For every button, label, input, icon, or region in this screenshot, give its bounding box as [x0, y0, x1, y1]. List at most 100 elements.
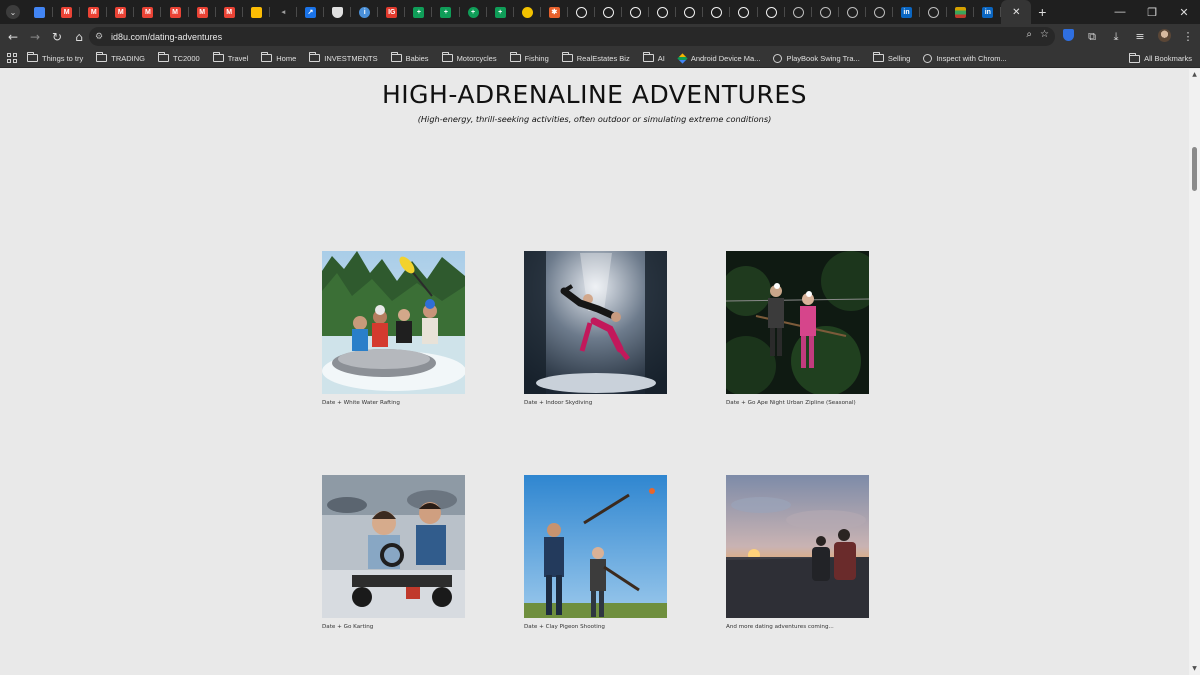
browser-tab[interactable]: [649, 0, 677, 24]
all-bookmarks[interactable]: All Bookmarks: [1129, 49, 1192, 68]
browser-tab[interactable]: ✱: [541, 0, 568, 24]
browser-tab[interactable]: [947, 0, 975, 24]
menu-icon[interactable]: ⋮: [1176, 30, 1200, 43]
browser-tab[interactable]: +: [405, 0, 433, 24]
browser-tab[interactable]: IG: [378, 0, 406, 24]
card-caption[interactable]: Date + Go Ape Night Urban Zipline (Seaso…: [726, 400, 869, 406]
browser-tab[interactable]: [703, 0, 731, 24]
bookmark-item[interactable]: PlayBook Swing Tra...: [773, 53, 860, 63]
address-bar[interactable]: ⚙ id8u.com/dating-adventures ⌕ ☆: [89, 27, 1055, 46]
karting-photo[interactable]: [322, 475, 465, 618]
site-info-icon[interactable]: ⚙: [95, 32, 107, 42]
browser-tab[interactable]: [839, 0, 867, 24]
card-more-coming[interactable]: And more dating adventures coming...: [726, 475, 869, 630]
bookmark-label: Fishing: [524, 53, 549, 63]
bookmark-item[interactable]: Things to try: [27, 52, 83, 63]
bookmark-item[interactable]: TC2000: [158, 52, 200, 63]
browser-tab[interactable]: ↗: [297, 0, 325, 24]
skydiving-photo[interactable]: [524, 251, 667, 394]
scroll-down-icon[interactable]: ▼: [1189, 665, 1200, 675]
bookmark-item[interactable]: Travel: [212, 52, 248, 63]
close-window-icon[interactable]: ✕: [1168, 6, 1200, 19]
home-icon[interactable]: ⌂: [68, 30, 90, 44]
browser-tab[interactable]: in: [974, 0, 1002, 24]
tab-search-icon[interactable]: ⌄: [6, 5, 20, 19]
star-icon[interactable]: ☆: [1040, 29, 1049, 40]
page-scrollbar[interactable]: ▲ ▼: [1189, 69, 1200, 675]
bookmark-item[interactable]: TRADING: [96, 52, 145, 63]
tab-active[interactable]: ✕: [1001, 0, 1032, 24]
bookmark-item[interactable]: Home: [261, 52, 296, 63]
forward-icon[interactable]: →: [24, 30, 46, 44]
bookmark-item[interactable]: Motorcycles: [441, 52, 497, 63]
browser-tab[interactable]: [785, 0, 812, 24]
close-icon[interactable]: ✕: [1012, 7, 1020, 18]
browser-tab[interactable]: [676, 0, 704, 24]
browser-tab[interactable]: [324, 0, 352, 24]
browser-tab[interactable]: [622, 0, 650, 24]
page-subtitle: (High-energy, thrill-seeking activities,…: [417, 114, 772, 124]
browser-tab[interactable]: in: [893, 0, 921, 24]
bookmark-item[interactable]: Fishing: [509, 52, 549, 63]
apps-icon[interactable]: [7, 53, 17, 63]
browser-tab[interactable]: i: [351, 0, 379, 24]
rafting-photo[interactable]: [322, 251, 465, 394]
url-text[interactable]: id8u.com/dating-adventures: [111, 32, 222, 42]
browser-tab[interactable]: [595, 0, 623, 24]
scroll-up-icon[interactable]: ▲: [1189, 71, 1200, 81]
bookmark-item[interactable]: Inspect with Chrom...: [923, 53, 1007, 63]
card-caption[interactable]: Date + Go Karting: [322, 624, 465, 630]
new-tab-button[interactable]: +: [1031, 4, 1053, 20]
browser-tab[interactable]: ◂: [270, 0, 298, 24]
browser-tab[interactable]: [568, 0, 596, 24]
browser-tab[interactable]: M: [80, 0, 108, 24]
browser-tab[interactable]: [243, 0, 270, 24]
bookmark-item[interactable]: Android Device Ma...: [677, 52, 760, 64]
bookmark-item[interactable]: RealEstates Biz: [561, 52, 630, 63]
browser-tab[interactable]: M: [189, 0, 216, 24]
browser-tab[interactable]: [866, 0, 894, 24]
browser-tab[interactable]: [920, 0, 948, 24]
card-caption[interactable]: Date + Clay Pigeon Shooting: [524, 624, 667, 630]
card-rafting[interactable]: Date + White Water Rafting: [322, 251, 465, 406]
extensions-icon[interactable]: ⧉: [1080, 30, 1104, 44]
card-caption[interactable]: Date + Indoor Skydiving: [524, 400, 667, 406]
browser-tab[interactable]: [812, 0, 839, 24]
avatar[interactable]: [1152, 28, 1176, 45]
bookmark-item[interactable]: AI: [642, 52, 665, 63]
browser-tab[interactable]: M: [216, 0, 243, 24]
browser-tab[interactable]: M: [107, 0, 135, 24]
card-caption[interactable]: Date + White Water Rafting: [322, 400, 465, 406]
browser-tab[interactable]: +: [487, 0, 514, 24]
bitwarden-icon[interactable]: [1056, 29, 1080, 44]
browser-tab[interactable]: +: [460, 0, 487, 24]
browser-tab[interactable]: M: [134, 0, 162, 24]
card-zipline[interactable]: Date + Go Ape Night Urban Zipline (Seaso…: [726, 251, 869, 406]
browser-tab[interactable]: [514, 0, 541, 24]
browser-tab[interactable]: [26, 0, 54, 24]
zipline-photo[interactable]: [726, 251, 869, 394]
clay-shooting-photo[interactable]: [524, 475, 667, 618]
browser-tab[interactable]: [758, 0, 785, 24]
browser-tab[interactable]: +: [432, 0, 460, 24]
card-caption[interactable]: And more dating adventures coming...: [726, 624, 869, 630]
bookmark-item[interactable]: Selling: [872, 52, 910, 63]
reload-icon[interactable]: ↻: [46, 30, 68, 44]
browser-tab[interactable]: M: [161, 0, 189, 24]
restore-icon[interactable]: ❐: [1136, 6, 1168, 19]
minimize-icon[interactable]: —: [1104, 6, 1136, 18]
scroll-thumb[interactable]: [1192, 147, 1197, 191]
back-icon[interactable]: ←: [2, 30, 24, 44]
folder-icon: [509, 52, 521, 62]
card-clay-shooting[interactable]: Date + Clay Pigeon Shooting: [524, 475, 667, 630]
zoom-icon[interactable]: ⌕: [1026, 29, 1032, 40]
browser-tab[interactable]: M: [53, 0, 81, 24]
card-karting[interactable]: Date + Go Karting: [322, 475, 465, 630]
browser-tab[interactable]: [730, 0, 758, 24]
sunset-couple-photo[interactable]: [726, 475, 869, 618]
media-icon[interactable]: ≡: [1128, 30, 1152, 43]
bookmark-item[interactable]: Babies: [390, 52, 429, 63]
download-icon[interactable]: ⤓: [1104, 30, 1128, 44]
bookmark-item[interactable]: INVESTMENTS: [309, 52, 378, 63]
card-skydiving[interactable]: Date + Indoor Skydiving: [524, 251, 667, 406]
